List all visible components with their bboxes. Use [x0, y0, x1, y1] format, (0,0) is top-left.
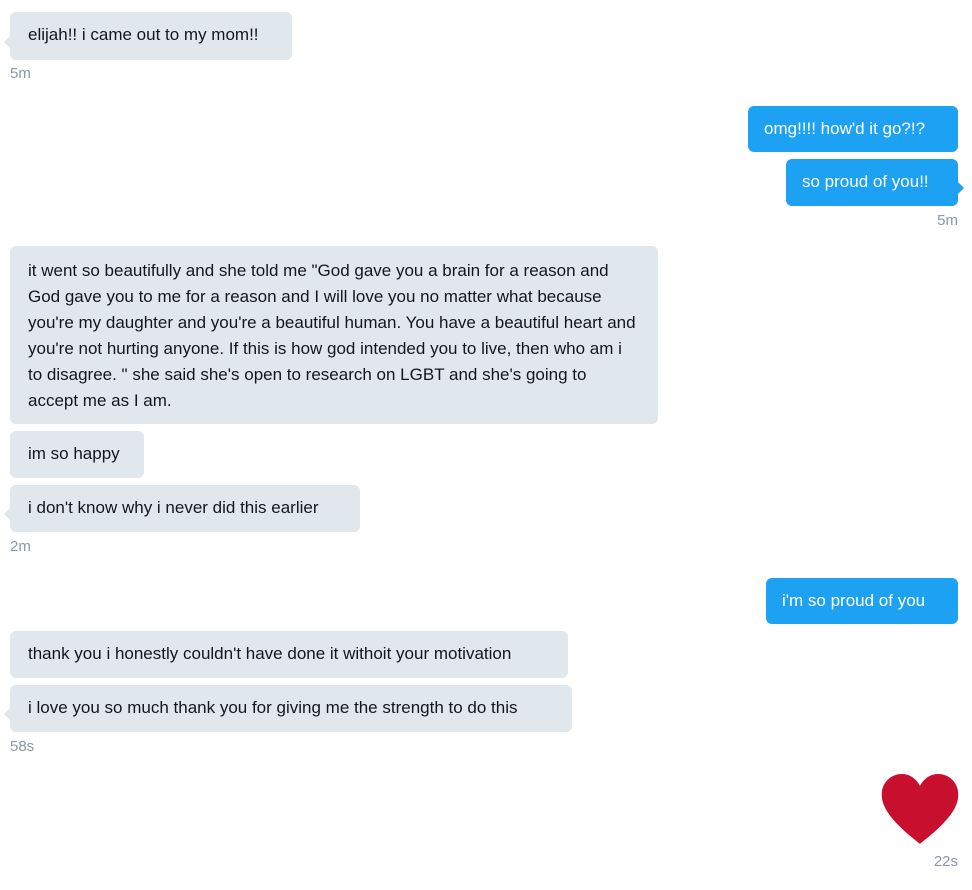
received-message[interactable]: i love you so much thank you for giving … — [4, 685, 572, 732]
message-timestamp: 5m — [937, 212, 958, 229]
message-timestamp: 2m — [10, 538, 31, 555]
received-message[interactable]: im so happy — [10, 431, 144, 478]
received-message[interactable]: i don't know why i never did this earlie… — [4, 485, 360, 532]
message-timestamp: 22s — [933, 853, 958, 870]
sent-message[interactable]: i'm so proud of you — [766, 578, 958, 624]
received-message[interactable]: thank you i honestly couldn't have done … — [10, 631, 568, 678]
message-timestamp: 58s — [10, 738, 35, 755]
sent-message[interactable]: so proud of you!! — [786, 159, 964, 206]
received-message[interactable]: it went so beautifully and she told me "… — [10, 246, 658, 424]
heart-icon[interactable] — [880, 772, 960, 846]
conversation-thread: elijah!! i came out to my mom!! 5m omg!!… — [0, 0, 972, 890]
message-timestamp: 5m — [10, 65, 31, 82]
sent-message[interactable]: omg!!!! how'd it go?!? — [748, 106, 958, 152]
received-message[interactable]: elijah!! i came out to my mom!! — [4, 12, 292, 60]
